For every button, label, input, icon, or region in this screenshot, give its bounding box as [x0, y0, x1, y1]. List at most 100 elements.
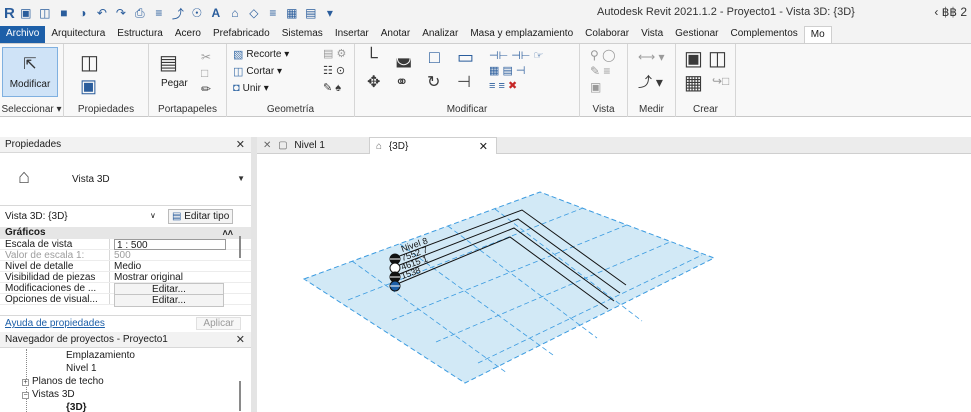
mirror-axis-icon[interactable]: □ — [429, 47, 440, 68]
measure-distance-icon[interactable]: ⟷ ▾ — [638, 50, 665, 64]
linework-icon[interactable]: ▣ — [590, 80, 601, 94]
join-button[interactable]: ◘ Unir ▾ — [233, 82, 269, 94]
chevron-down-icon[interactable]: ▼ — [237, 174, 245, 183]
cut-icon[interactable]: ✂ — [201, 50, 211, 64]
tab-prefabricado[interactable]: Prefabricado — [207, 26, 276, 43]
display-options-edit-button[interactable]: Editar... — [114, 294, 224, 307]
save-icon[interactable]: ■ — [56, 6, 72, 20]
open-icon[interactable]: ◫ — [37, 6, 53, 20]
rotate-icon[interactable]: ↻ — [427, 72, 440, 92]
close-hidden-icon[interactable]: ▦ — [284, 6, 300, 20]
view-tab-3d[interactable]: ⌂ {3D} ✕ — [369, 137, 497, 154]
thin-lines-icon[interactable]: ≡ — [265, 6, 281, 20]
match-properties-icon[interactable]: ✏ — [201, 82, 211, 96]
copy-icon[interactable]: □ — [201, 66, 208, 80]
seleccionar-dropdown[interactable]: Seleccionar ▾ — [0, 104, 63, 115]
tab-vista[interactable]: Vista — [635, 26, 669, 43]
tree-item-planos-techo[interactable]: Planos de techo — [32, 376, 104, 387]
tab-complementos[interactable]: Complementos — [725, 26, 804, 43]
text-icon[interactable]: A — [208, 6, 224, 20]
tab-colaborar[interactable]: Colaborar — [579, 26, 635, 43]
properties-help-link[interactable]: Ayuda de propiedades — [5, 318, 105, 329]
array-icon[interactable]: ▦ ▤ ⊣ — [489, 64, 525, 77]
section-icon[interactable]: ◇ — [246, 6, 262, 20]
scale-icon[interactable]: ≡ ≡ ✖ — [489, 79, 517, 92]
tree-item-vistas-3d[interactable]: Vistas 3D — [32, 389, 75, 400]
split-element-icon[interactable]: ⊣⊢ ⊣⊢ ☞ — [489, 49, 543, 62]
copy-element-icon[interactable]: ⚭ — [395, 72, 408, 92]
trim-icon[interactable]: ⊣ — [457, 72, 471, 92]
revit-logo-icon[interactable]: R — [4, 5, 15, 22]
tab-archivo[interactable]: Archivo — [0, 26, 46, 43]
customize-qat-icon[interactable]: ▾ — [322, 6, 338, 20]
measure-icon[interactable]: ≡ — [151, 6, 167, 20]
drawing-area-3d[interactable]: Nivel 8 7552 7 4615 1 1538 — [257, 155, 971, 412]
tab-modificar[interactable]: Mo — [803, 26, 832, 43]
3d-view-icon[interactable]: ⌂ — [227, 6, 243, 20]
sync-icon[interactable]: ◑ — [75, 6, 91, 20]
tab-analizar[interactable]: Analizar — [416, 26, 464, 43]
create-parts-icon[interactable]: ◫ — [708, 46, 727, 71]
edit-type-button[interactable]: ▤ Editar tipo — [168, 209, 234, 224]
hide-icon[interactable]: ⚲ ◯ — [590, 48, 616, 62]
tab-estructura[interactable]: Estructura — [111, 26, 169, 43]
view-scale-input[interactable]: 1 : 500 — [114, 239, 226, 251]
paint-icon[interactable]: ✎ ♠ — [323, 81, 341, 94]
move-icon[interactable]: ✥ — [367, 72, 380, 92]
section-graficos[interactable]: Gráficos ˄˄ — [0, 227, 251, 239]
tree-item-3d[interactable]: {3D} — [66, 402, 87, 412]
aligned-dimension-icon[interactable]: ⤴ ▾ — [638, 72, 663, 92]
detail-level-value[interactable]: Medio — [110, 261, 141, 272]
cut-geometry-button[interactable]: ◫ Cortar ▾ — [233, 65, 282, 78]
tab-gestionar[interactable]: Gestionar — [669, 26, 724, 43]
redo-icon[interactable]: ↷ — [113, 6, 129, 20]
mirror-draw-icon[interactable]: ▭ — [457, 47, 474, 68]
align-icon[interactable]: └ — [365, 47, 378, 68]
tab-insertar[interactable]: Insertar — [329, 26, 375, 43]
instance-filter[interactable]: Vista 3D: {3D} ∨ ▤ Editar tipo — [0, 208, 251, 226]
cope-button[interactable]: ▧ Recorte ▾ — [233, 48, 289, 61]
project-browser-scrollbar[interactable] — [239, 381, 241, 411]
tab-masa-emplazamiento[interactable]: Masa y emplazamiento — [464, 26, 579, 43]
type-properties-icon[interactable]: ▣ — [80, 76, 97, 97]
switch-windows-icon[interactable]: ▤ — [303, 6, 319, 20]
create-group-icon[interactable]: ▦ — [684, 70, 703, 95]
paste-icon[interactable]: ▤ — [159, 50, 178, 75]
properties-scrollbar[interactable] — [239, 236, 241, 258]
tab-acero[interactable]: Acero — [169, 26, 207, 43]
create-assembly-icon[interactable]: ▣ — [684, 46, 703, 71]
apply-button[interactable]: Aplicar — [196, 317, 241, 330]
tab-arquitectura[interactable]: Arquitectura — [45, 26, 111, 43]
print-icon[interactable]: ⎙ — [132, 6, 148, 21]
home-icon[interactable]: ▣ — [18, 6, 34, 20]
close-icon[interactable]: ✕ — [236, 138, 245, 151]
collapse-chevron-icon[interactable]: ˄˄ — [222, 227, 233, 239]
collapse-minus-icon[interactable]: − — [22, 392, 29, 399]
dimension-icon[interactable]: ⤴ — [170, 5, 186, 22]
properties-icon[interactable]: ◫ — [80, 50, 99, 75]
paste-button[interactable]: Pegar — [161, 78, 188, 89]
delete-icon[interactable]: ✖ — [508, 80, 517, 92]
override-graphics-icon[interactable]: ✎ ≡ — [590, 64, 610, 78]
close-icon[interactable]: ✕ — [479, 140, 488, 153]
close-icon[interactable]: ✕ — [236, 333, 245, 346]
parts-visibility-value[interactable]: Mostrar original — [110, 272, 183, 283]
tree-item-nivel-1[interactable]: Nivel 1 — [66, 363, 97, 374]
split-face-icon[interactable]: ☷ ⊙ — [323, 64, 345, 77]
offset-icon[interactable]: ◛ — [395, 47, 412, 68]
modify-button[interactable]: ⇱ Modificar — [2, 47, 58, 97]
tab-anotar[interactable]: Anotar — [375, 26, 416, 43]
tab-sistemas[interactable]: Sistemas — [276, 26, 329, 43]
expand-plus-icon[interactable]: + — [22, 379, 29, 386]
tree-item-emplazamiento[interactable]: Emplazamiento — [66, 350, 135, 361]
create-similar-icon[interactable]: ↪□ — [712, 74, 729, 88]
view-tab-nivel-1[interactable]: ✕ ▢ Nivel 1 — [263, 137, 325, 154]
chevron-down-icon[interactable]: ∨ — [150, 211, 156, 220]
wall-joins-icon[interactable]: ▤ ⚙ — [323, 47, 346, 60]
prop-row-view-scale: Escala de vista 1 : 500 — [0, 239, 251, 251]
close-icon[interactable]: ✕ — [263, 140, 271, 151]
type-selector[interactable]: ⌂ Vista 3D ▼ — [0, 154, 251, 206]
tag-icon[interactable]: ☉ — [189, 6, 205, 20]
undo-icon[interactable]: ↶ — [94, 6, 110, 20]
search-binoculars-icon[interactable]: ‹ ฿฿ 2 — [934, 5, 967, 19]
